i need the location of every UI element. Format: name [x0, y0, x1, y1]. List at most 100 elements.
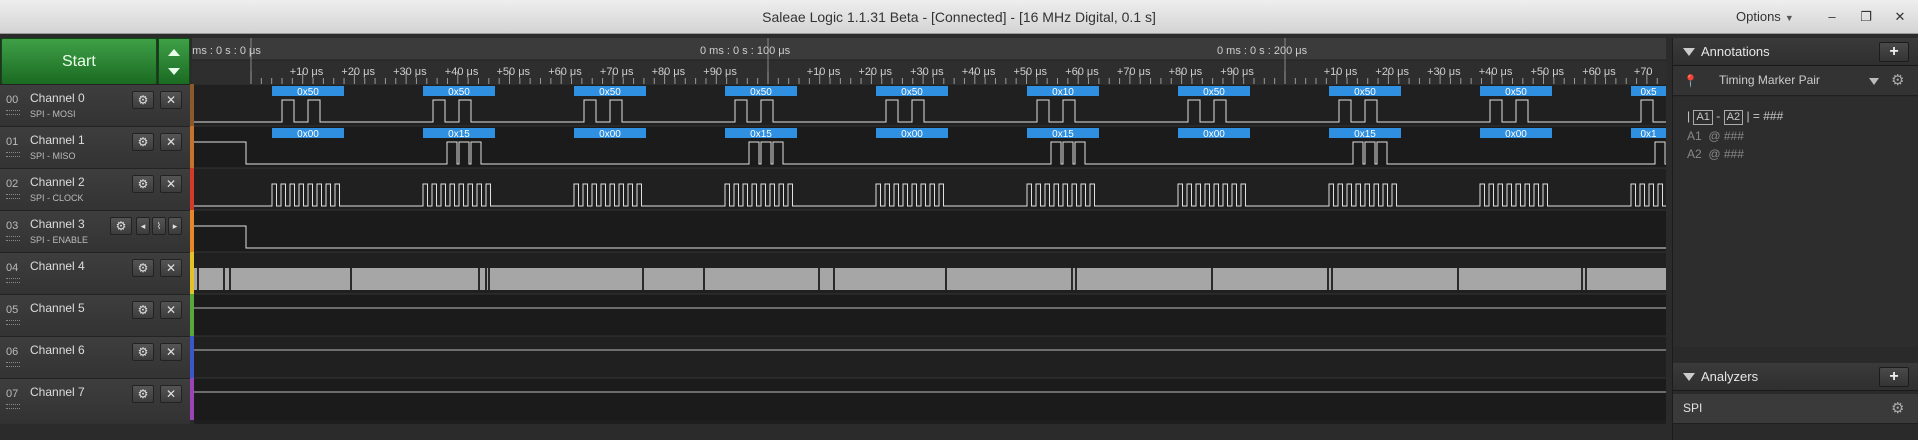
channel-row-07[interactable]: 07 Channel 7 ⚙ ✕	[0, 378, 190, 420]
trigger-left-icon[interactable]: ◂	[136, 217, 150, 235]
drag-handle-icon[interactable]	[6, 278, 20, 283]
channel-row-00[interactable]: 00 Channel 0 SPI - MOSI ⚙ ✕	[0, 84, 190, 126]
close-icon[interactable]: ✕	[160, 343, 182, 361]
gear-icon[interactable]: ⚙	[132, 175, 154, 193]
mosi-decode-label: 0x50	[599, 87, 621, 98]
channel-number: 05	[6, 304, 19, 316]
channel-name[interactable]: Channel 3	[30, 217, 85, 231]
up-down-arrows-icon	[168, 49, 180, 75]
marker-a2-badge[interactable]: A2	[1723, 110, 1744, 125]
diff-minus: -	[1716, 109, 1721, 123]
marker-a2-line: A2 @ ###	[1687, 147, 1744, 161]
minor-tick-label: +70 μs	[600, 66, 634, 78]
miso-decode-label: 0x00	[297, 129, 319, 140]
trigger-edge-icon[interactable]: ⌇	[152, 217, 166, 235]
miso-decode-label: 0x1	[1640, 129, 1657, 140]
close-icon[interactable]: ✕	[160, 385, 182, 403]
channel-name[interactable]: Channel 6	[30, 343, 85, 357]
gear-icon[interactable]: ⚙	[1891, 399, 1904, 417]
gear-icon[interactable]: ⚙	[132, 133, 154, 151]
minor-tick-label: +70	[1634, 66, 1653, 78]
miso-decode-label: 0x15	[750, 129, 772, 140]
drag-handle-icon[interactable]	[6, 404, 20, 409]
minor-tick-label: +40 μs	[1479, 66, 1513, 78]
channel-name[interactable]: Channel 5	[30, 301, 85, 315]
channel-name[interactable]: Channel 7	[30, 385, 85, 399]
analyzer-name: SPI	[1683, 401, 1703, 415]
minor-tick-label: +10 μs	[1324, 66, 1358, 78]
gear-icon[interactable]: ⚙	[132, 385, 154, 403]
channel-protocol-label: SPI - MISO	[30, 151, 76, 161]
chevron-down-icon[interactable]	[1869, 78, 1879, 85]
close-icon[interactable]: ✕	[160, 133, 182, 151]
channel-protocol-label: SPI - ENABLE	[30, 235, 89, 245]
close-icon[interactable]: ✕	[160, 91, 182, 109]
add-annotation-button[interactable]: +	[1879, 42, 1909, 62]
drag-handle-icon[interactable]	[6, 362, 20, 367]
channel-name[interactable]: Channel 0	[30, 91, 85, 105]
minor-tick-label: +90 μs	[1220, 66, 1254, 78]
channel-row-01[interactable]: 01 Channel 1 SPI - MISO ⚙ ✕	[0, 126, 190, 168]
channel-name[interactable]: Channel 2	[30, 175, 85, 189]
add-analyzer-button[interactable]: +	[1879, 367, 1909, 387]
drag-handle-icon[interactable]	[6, 152, 20, 157]
channel-row-03[interactable]: 03 Channel 3 SPI - ENABLE ⚙ ◂ ⌇ ▸	[0, 210, 190, 252]
channel-name[interactable]: Channel 4	[30, 259, 85, 273]
channel-row-02[interactable]: 02 Channel 2 SPI - CLOCK ⚙ ✕	[0, 168, 190, 210]
minor-tick-label: +80 μs	[652, 66, 686, 78]
waveform-area[interactable]: 0x50 0x50 0x50 0x50 0x50 0x10 0x50 0x50 0x50 0x5 0…	[194, 84, 1666, 424]
channel-name[interactable]: Channel 1	[30, 133, 85, 147]
channel-list: 00 Channel 0 SPI - MOSI ⚙ ✕ 01 Channel 1 SPI - …	[0, 84, 194, 424]
minimize-button[interactable]: –	[1818, 4, 1846, 30]
channel-row-05[interactable]: 05 Channel 5 ⚙ ✕	[0, 294, 190, 336]
drag-handle-icon[interactable]	[6, 110, 20, 115]
drag-handle-icon[interactable]	[6, 236, 20, 241]
analyzers-title: Analyzers	[1701, 369, 1759, 384]
miso-decode-label: 0x00	[599, 129, 621, 140]
channel-row-06[interactable]: 06 Channel 6 ⚙ ✕	[0, 336, 190, 378]
gear-icon[interactable]: ⚙	[110, 217, 132, 235]
waveform-svg: 0x50 0x50 0x50 0x50 0x50 0x10 0x50 0x50 0x50 0x5 0…	[194, 84, 1666, 420]
trigger-right-icon[interactable]: ▸	[168, 217, 182, 235]
start-button[interactable]: Start	[1, 38, 160, 85]
close-icon[interactable]: ✕	[160, 175, 182, 193]
channel-row-04[interactable]: 04 Channel 4 ⚙ ✕	[0, 252, 190, 294]
a1-value: @ ###	[1708, 129, 1744, 143]
gear-icon[interactable]: ⚙	[132, 301, 154, 319]
diff-result: | = ###	[1746, 109, 1784, 123]
gear-icon[interactable]: ⚙	[1891, 71, 1904, 89]
miso-decode-label: 0x00	[1505, 129, 1527, 140]
minor-tick-label: +50 μs	[497, 66, 531, 78]
annotations-header[interactable]: Annotations +	[1673, 38, 1918, 66]
timing-marker-pair-row[interactable]: 📍 Timing Marker Pair ⚙	[1673, 66, 1918, 96]
analyzers-header[interactable]: Analyzers +	[1673, 363, 1918, 391]
gear-icon[interactable]: ⚙	[132, 343, 154, 361]
diff-prefix: |	[1687, 109, 1691, 123]
time-ruler[interactable]: 0 ms : 0 s : 0 μs 0 ms : 0 s : 100 μs 0 ms…	[192, 38, 1666, 84]
restore-button[interactable]: ❐	[1852, 4, 1880, 30]
close-icon[interactable]: ✕	[160, 259, 182, 277]
pin-icon[interactable]: 📍	[1683, 74, 1698, 88]
analyzer-item-spi[interactable]: SPI ⚙	[1673, 394, 1918, 424]
gear-icon[interactable]: ⚙	[132, 91, 154, 109]
minor-tick-label: +50 μs	[1014, 66, 1048, 78]
mosi-decode-label: 0x50	[1505, 87, 1527, 98]
drag-handle-icon[interactable]	[6, 194, 20, 199]
options-menu[interactable]: Options ▼	[1736, 0, 1794, 34]
mosi-decode-label: 0x50	[750, 87, 772, 98]
major-tick-label: 0 ms : 0 s : 100 μs	[700, 45, 791, 57]
close-window-button[interactable]: ✕	[1886, 4, 1914, 30]
drag-handle-icon[interactable]	[6, 320, 20, 325]
minor-tick-label: +80 μs	[1169, 66, 1203, 78]
timing-marker-pair-label: Timing Marker Pair	[1719, 73, 1820, 87]
time-ruler-svg: 0 ms : 0 s : 0 μs 0 ms : 0 s : 100 μs 0 ms…	[192, 38, 1666, 84]
close-icon[interactable]: ✕	[160, 301, 182, 319]
minor-tick-label: +20 μs	[341, 66, 375, 78]
mosi-decode-label: 0x50	[901, 87, 923, 98]
minor-tick-label: +10 μs	[290, 66, 324, 78]
gear-icon[interactable]: ⚙	[132, 259, 154, 277]
start-options-button[interactable]	[158, 38, 190, 85]
a2-label: A2	[1687, 147, 1702, 161]
marker-a1-badge[interactable]: A1	[1693, 110, 1713, 125]
minor-tick-label: +60 μs	[1582, 66, 1616, 78]
